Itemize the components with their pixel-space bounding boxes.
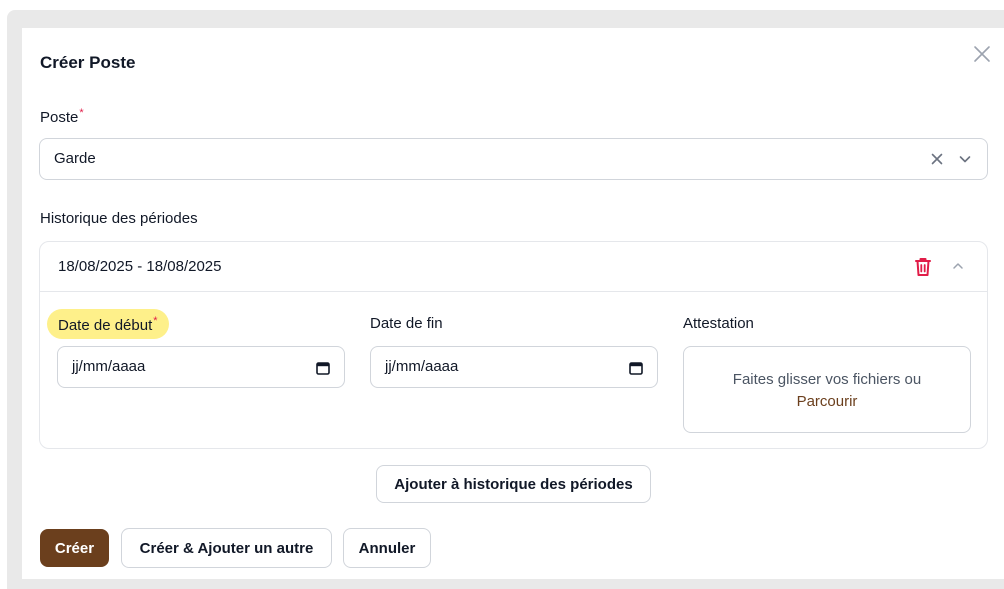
create-button[interactable]: Créer — [40, 529, 109, 567]
attestation-label: Attestation — [683, 315, 754, 332]
close-icon[interactable] — [970, 42, 994, 66]
poste-label: Poste* — [40, 107, 84, 126]
create-another-button[interactable]: Créer & Ajouter un autre — [121, 528, 332, 568]
period-header[interactable]: 18/08/2025 - 18/08/2025 — [40, 242, 987, 292]
dropzone-text: Faites glisser vos fichiers ou — [732, 371, 922, 388]
end-date-input[interactable]: jj/mm/aaaa — [370, 346, 658, 388]
required-marker: * — [153, 315, 158, 327]
create-poste-modal: Créer Poste Poste* Garde Historique des … — [22, 28, 1004, 579]
start-date-input[interactable]: jj/mm/aaaa — [57, 346, 345, 388]
attestation-dropzone[interactable]: Faites glisser vos fichiers ou Parcourir — [683, 346, 971, 433]
trash-icon[interactable] — [913, 256, 933, 278]
end-date-label: Date de fin — [370, 315, 443, 332]
end-date-placeholder: jj/mm/aaaa — [385, 358, 459, 375]
chevron-up-icon[interactable] — [950, 258, 966, 274]
poste-label-text: Poste — [40, 109, 79, 126]
clear-icon[interactable] — [929, 151, 945, 167]
period-card: 18/08/2025 - 18/08/2025 Date de début* j… — [39, 241, 988, 449]
chevron-down-icon[interactable] — [957, 151, 973, 167]
poste-select[interactable]: Garde — [39, 138, 988, 180]
modal-title: Créer Poste — [40, 53, 136, 72]
history-label: Historique des périodes — [40, 210, 198, 227]
poste-select-value: Garde — [54, 150, 96, 167]
calendar-icon[interactable] — [628, 360, 644, 376]
start-date-label-text: Date de début — [58, 317, 153, 334]
start-date-label: Date de début* — [47, 309, 169, 339]
start-date-placeholder: jj/mm/aaaa — [72, 358, 146, 375]
add-period-button[interactable]: Ajouter à historique des périodes — [376, 465, 651, 503]
calendar-icon[interactable] — [315, 360, 331, 376]
cancel-button[interactable]: Annuler — [343, 528, 431, 568]
period-title: 18/08/2025 - 18/08/2025 — [58, 258, 222, 275]
required-marker: * — [79, 107, 84, 119]
browse-link[interactable]: Parcourir — [684, 393, 970, 410]
